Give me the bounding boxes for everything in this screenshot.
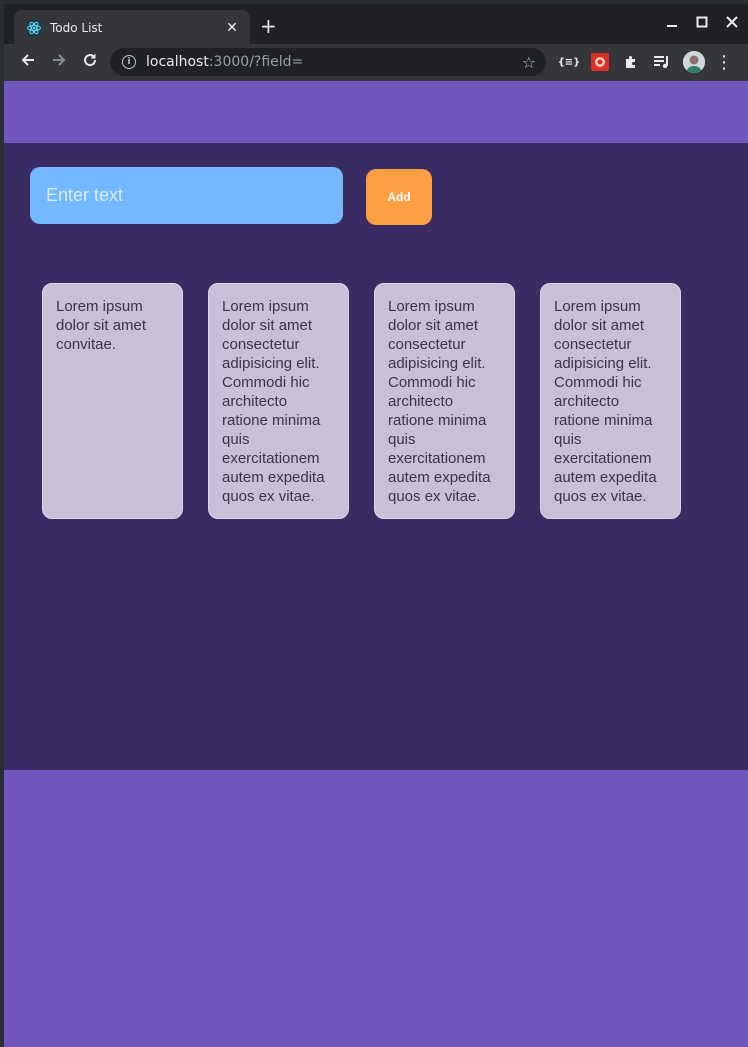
close-window-icon[interactable] — [724, 16, 740, 32]
app-header — [4, 81, 748, 143]
tab-title: Todo List — [50, 21, 103, 35]
todo-card[interactable]: Lorem ipsum dolor sit amet convitae. — [42, 283, 183, 519]
browser-menu-icon[interactable]: ⋮ — [714, 52, 734, 73]
maximize-icon[interactable] — [694, 16, 710, 32]
media-queue-icon[interactable] — [652, 52, 672, 72]
todo-card[interactable]: Lorem ipsum dolor sit amet consectetur a… — [374, 283, 515, 519]
url-host: localhost — [146, 54, 209, 70]
url-text: localhost:3000/?field= — [146, 54, 512, 70]
app-footer — [4, 770, 748, 1047]
profile-avatar[interactable] — [683, 51, 705, 73]
forward-icon[interactable] — [49, 52, 69, 73]
url-path: :3000/?field= — [208, 54, 304, 70]
new-tab-icon[interactable]: + — [260, 16, 277, 36]
page-viewport: Add Lorem ipsum dolor sit amet convitae.… — [4, 81, 748, 1047]
minimize-icon[interactable] — [664, 16, 680, 32]
tab-strip: Todo List ✕ + — [4, 4, 748, 46]
browser-tab[interactable]: Todo List ✕ — [14, 10, 250, 46]
back-icon[interactable] — [18, 52, 38, 73]
extensions-puzzle-icon[interactable] — [621, 52, 641, 72]
todo-text-input[interactable] — [30, 167, 343, 224]
reload-icon[interactable] — [80, 52, 100, 73]
react-icon — [26, 20, 42, 36]
browser-window: Todo List ✕ + i localhost:3000/?field= ☆… — [0, 0, 748, 1047]
extension-braces-icon[interactable]: {≡} — [558, 52, 581, 72]
browser-toolbar: i localhost:3000/?field= ☆ {≡} ⋮ — [4, 44, 748, 81]
bookmark-star-icon[interactable]: ☆ — [522, 53, 536, 72]
add-button[interactable]: Add — [366, 169, 432, 225]
address-bar[interactable]: i localhost:3000/?field= ☆ — [110, 48, 546, 76]
extension-red-icon[interactable] — [590, 52, 610, 72]
todo-card[interactable]: Lorem ipsum dolor sit amet consectetur a… — [208, 283, 349, 519]
info-icon[interactable]: i — [122, 55, 136, 69]
close-tab-icon[interactable]: ✕ — [224, 20, 240, 36]
window-controls — [664, 16, 740, 32]
todo-card[interactable]: Lorem ipsum dolor sit amet consectetur a… — [540, 283, 681, 519]
